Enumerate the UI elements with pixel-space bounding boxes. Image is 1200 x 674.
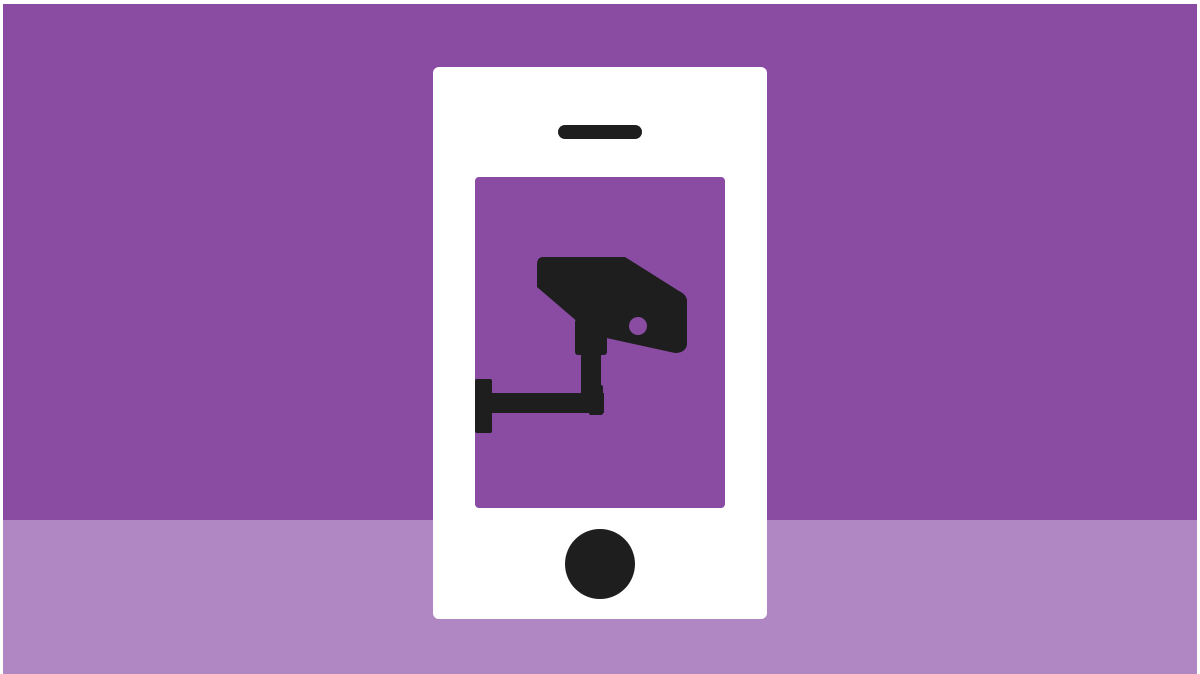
illustration-scene [3, 4, 1197, 674]
phone-home-button [565, 529, 635, 599]
camera-lens [629, 317, 647, 335]
smartphone-icon [433, 67, 767, 619]
camera-body [537, 257, 687, 353]
security-camera-icon [475, 257, 687, 433]
phone-speaker-slot [558, 125, 642, 139]
phone-screen [475, 177, 725, 508]
